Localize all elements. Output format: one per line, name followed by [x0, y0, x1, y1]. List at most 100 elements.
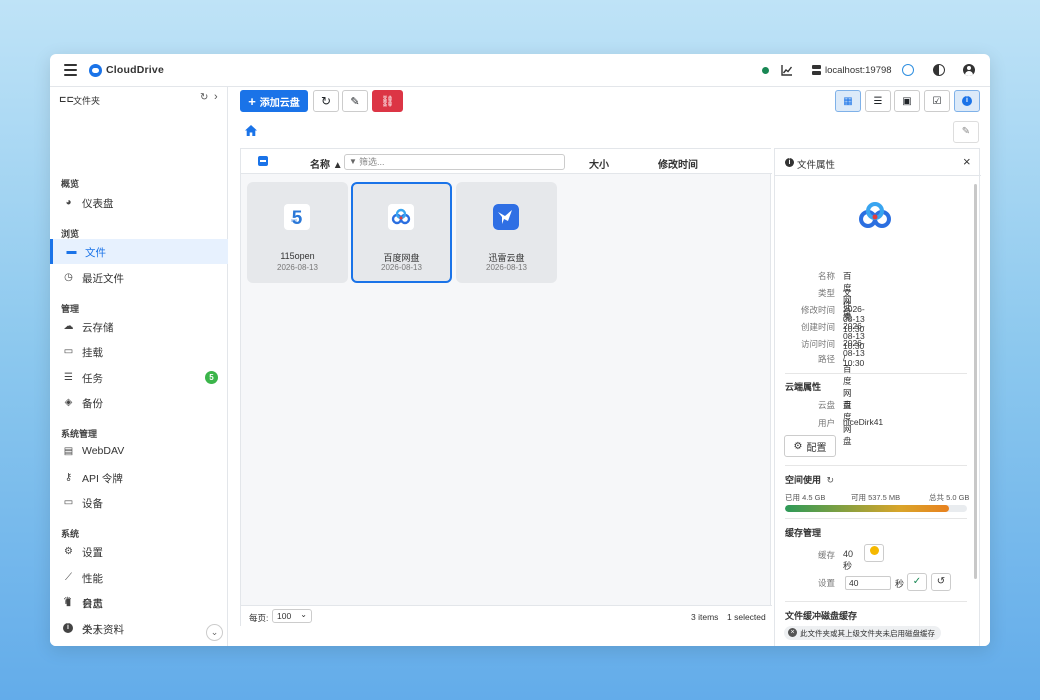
sidebar-item-api-token[interactable]: ⚷ API 令牌 [50, 465, 228, 490]
setting-unit: 秒 [895, 579, 905, 589]
file-tile-thunder[interactable]: 迅雷云盘 2026-08-13 [456, 182, 557, 283]
divider [785, 373, 967, 374]
column-name[interactable]: 名称 ▲ [310, 156, 343, 171]
scroll-down-icon[interactable]: ⌄ [206, 624, 223, 641]
refresh-button[interactable]: ↻ [313, 90, 339, 112]
gear-icon: ⚙ [793, 440, 803, 452]
sidebar-item-tasks[interactable]: ☰ 任务 5 [50, 365, 228, 390]
baidu-drive-large-icon [853, 194, 897, 238]
sidebar-item-logs[interactable]: ▮ 日志 [50, 590, 228, 615]
unlink-icon: ⛓ [380, 95, 395, 108]
115-drive-icon: 5 [284, 204, 310, 230]
sidebar-item-label: API 令牌 [82, 473, 123, 485]
sidebar-item-label: WebDAV [82, 445, 125, 457]
clear-cache-button[interactable] [864, 544, 884, 562]
sidebar-header: ⊏⊏ 文件夹 ↻ › [50, 87, 228, 111]
filter-input[interactable] [359, 156, 559, 168]
refresh-icon[interactable]: ↻ [827, 475, 835, 485]
file-tile-115open[interactable]: 5 115open 2026-08-13 [247, 182, 348, 283]
save-cache-button[interactable]: ✓ [907, 573, 927, 591]
cloud-props-title: 云端属性 [785, 382, 822, 392]
file-tile-baidu[interactable]: 百度网盘 2026-08-13 [351, 182, 452, 283]
sidebar-item-backup[interactable]: ◈ 备份 [50, 390, 228, 415]
sidebar-item-label: 日志 [82, 598, 103, 610]
server-icon [812, 65, 821, 75]
divider [785, 465, 967, 466]
sidebar-item-performance[interactable]: ⟋ 性能 [50, 565, 228, 590]
add-cloud-drive-label: 添加云盘 [259, 97, 300, 109]
refresh-tree-icon[interactable]: ↻ [200, 92, 208, 103]
sidebar-item-label: 任务 [82, 373, 103, 385]
divider [785, 518, 967, 519]
user-account-icon[interactable] [963, 64, 975, 76]
reset-cache-button[interactable]: ↺ [931, 573, 951, 591]
edit-icon: ✎ [350, 95, 360, 108]
top-bar: CloudDrive localhost:19798 [50, 54, 990, 87]
key-icon: ⚷ [64, 472, 73, 483]
sidebar-item-profile[interactable]: ● 个人资料 [50, 616, 228, 641]
disk-cache-note: 此文件夹或其上级文件夹未启用磁盘缓存 [784, 626, 941, 640]
edit-path-button[interactable]: ✎ [953, 121, 979, 143]
select-all-checkbox[interactable] [258, 156, 268, 166]
panel-scrollbar[interactable] [974, 184, 977, 579]
drive-icon: ▭ [63, 346, 74, 357]
usage-available: 可用 537.5 MB [851, 493, 901, 502]
gear-icon: ⚙ [64, 546, 73, 557]
column-modified-time[interactable]: 修改时间 [658, 156, 698, 171]
cache-seconds-input[interactable] [845, 576, 891, 590]
sidebar-item-cloud-storage[interactable]: ☁ 云存储 [50, 314, 228, 339]
sidebar-item-mounts[interactable]: ▭ 挂载 [50, 339, 228, 364]
user-icon: ● [65, 623, 72, 634]
add-cloud-drive-button[interactable]: + 添加云盘 [240, 90, 308, 112]
unlink-button[interactable]: ⛓ [372, 90, 403, 112]
tasks-count-badge: 5 [205, 371, 218, 384]
pagination-bar: 每页: 100 ⌄ 3 items 1 selected [241, 605, 772, 626]
host-address[interactable]: localhost:19798 [825, 65, 892, 76]
chevron-right-icon[interactable]: › [214, 91, 218, 103]
select-mode-button[interactable]: ☑ [924, 90, 950, 112]
undo-icon: ↺ [936, 576, 946, 587]
selected-count: 1 selected [727, 612, 766, 622]
section-overview: 概览 [61, 179, 80, 189]
sidebar-item-membership[interactable] [50, 641, 228, 646]
theme-toggle-icon[interactable] [933, 64, 945, 76]
column-size[interactable]: 大小 [589, 156, 609, 171]
file-date: 2026-08-13 [381, 263, 422, 272]
main-content: + 添加云盘 ↻ ✎ ⛓ ▦ ☰ ▣ ☑ i ✎ 名称 ▲ ▼ 大小 修改时间 [228, 87, 990, 646]
edit-button[interactable]: ✎ [342, 90, 368, 112]
sidebar-item-label: 仪表盘 [82, 198, 114, 210]
sidebar-item-label: 设置 [82, 547, 103, 559]
performance-chart-icon[interactable] [781, 64, 793, 76]
sidebar-item-webdav[interactable]: ▤ WebDAV [50, 439, 228, 464]
menu-icon[interactable] [64, 64, 77, 76]
close-icon[interactable]: × [963, 154, 971, 169]
usage-title-text: 空间使用 [785, 475, 822, 485]
thunder-drive-icon [493, 204, 519, 230]
usage-total: 总共 5.0 GB [929, 493, 970, 502]
sidebar-item-label: 性能 [82, 573, 103, 585]
prop-key: 访问时间 [800, 339, 835, 349]
list-view-button[interactable]: ☰ [865, 90, 891, 112]
properties-panel: i 文件属性 × 名称 百度网盘 类型 文件夹 修改时间 2026-08-13 10:… [774, 148, 981, 646]
config-label: 配置 [806, 442, 827, 454]
info-panel-button[interactable]: i [954, 90, 980, 112]
sidebar-item-devices[interactable]: ▭ 设备 [50, 490, 228, 515]
sidebar-item-label: 备份 [82, 398, 103, 410]
sidebar-item-recent-files[interactable]: ◷ 最近文件 [50, 265, 228, 290]
sidebar: ⊏⊏ 文件夹 ↻ › 概览 ◕ 仪表盘 浏览 ▬ 文件 ◷ 最近文件 管理 ☁ … [50, 87, 228, 646]
sidebar-item-dashboard[interactable]: ◕ 仪表盘 [50, 190, 228, 215]
folder-tree-icon[interactable]: ⊏⊏ [59, 94, 74, 105]
globe-icon[interactable] [902, 64, 914, 76]
gallery-view-button[interactable]: ▣ [894, 90, 920, 112]
home-icon[interactable] [245, 125, 257, 136]
svg-text:5: 5 [292, 208, 303, 229]
prop-key: 名称 [817, 271, 835, 281]
config-button[interactable]: ⚙ 配置 [784, 435, 836, 457]
sidebar-item-files[interactable]: ▬ 文件 [50, 239, 228, 264]
sidebar-item-settings[interactable]: ⚙ 设置 [50, 539, 228, 564]
baidu-drive-icon [388, 204, 414, 230]
grid-view-button[interactable]: ▦ [835, 90, 861, 112]
file-browser: 名称 ▲ ▼ 大小 修改时间 5 115open 2026-08-13 百度网盘… [240, 148, 772, 626]
list-header: 名称 ▲ ▼ 大小 修改时间 [241, 149, 772, 174]
per-page-select[interactable]: 100 ⌄ [272, 609, 312, 623]
